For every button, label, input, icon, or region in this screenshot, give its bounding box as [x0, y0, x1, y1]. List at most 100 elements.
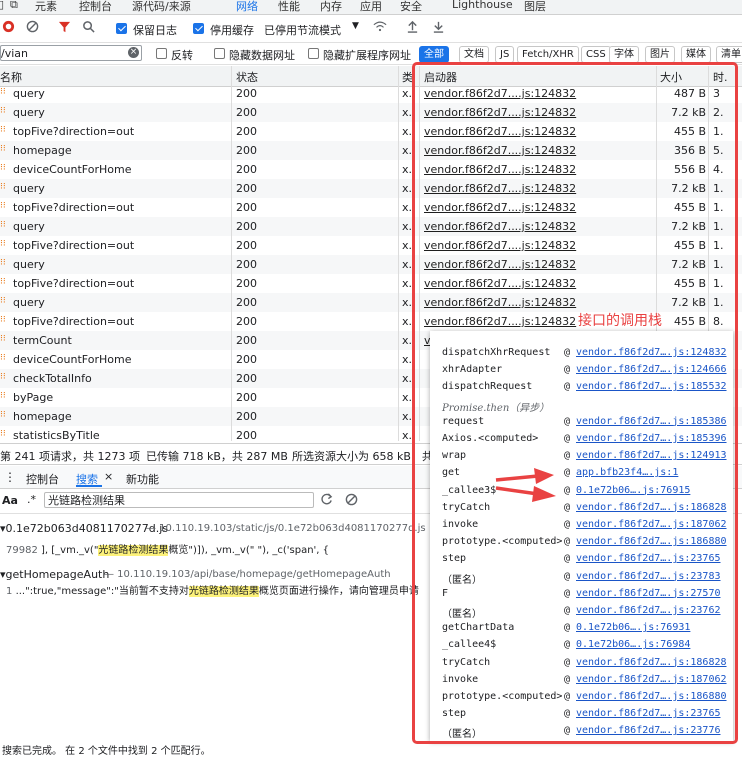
disable-cache-checkbox[interactable] — [193, 23, 204, 34]
invert-checkbox[interactable] — [156, 48, 167, 59]
row-name: termCount — [13, 334, 72, 347]
result-file-name[interactable]: ▾getHomepageAuth — [0, 568, 109, 581]
hide-data-urls-checkbox[interactable] — [214, 48, 225, 59]
active-tab-underline — [76, 485, 102, 487]
hide-ext-urls-label: 隐藏扩展程序网址 — [323, 49, 411, 62]
tab-lighthouse[interactable]: Lighthouse — [452, 0, 513, 11]
row-name: deviceCountForHome — [13, 353, 132, 366]
invert-label: 反转 — [171, 49, 193, 62]
row-status: 200 — [236, 391, 257, 404]
xhr-icon: ⁝⁝ — [0, 163, 6, 173]
xhr-icon: ⁝⁝ — [0, 182, 6, 192]
xhr-icon: ⁝⁝ — [0, 410, 6, 420]
xhr-icon: ⁝⁝ — [0, 334, 6, 344]
xhr-icon: ⁝⁝ — [0, 429, 6, 439]
filter-chip-doc[interactable]: 文档 — [459, 46, 489, 63]
result-match: 光链路检测结果 — [188, 586, 259, 597]
filter-chip-css[interactable]: CSS — [581, 46, 611, 63]
filter-chip-manifest[interactable]: 清单 — [716, 46, 742, 63]
result-line[interactable]: 79982 ], [_vm._v("光链路检测结果概览")]), _vm._v(… — [6, 541, 329, 556]
drawer-tab-whatsnew[interactable]: 新功能 — [126, 471, 159, 487]
row-name: query — [13, 87, 45, 100]
import-har-icon[interactable] — [404, 20, 420, 38]
row-status: 200 — [236, 296, 257, 309]
export-har-icon[interactable] — [430, 20, 446, 38]
row-name: query — [13, 220, 45, 233]
column-divider — [231, 66, 232, 441]
filter-input[interactable]: /vian × — [0, 45, 142, 61]
filter-chip-img[interactable]: 图片 — [645, 46, 675, 63]
clear-search-icon[interactable] — [343, 493, 359, 511]
row-status: 200 — [236, 87, 257, 100]
stop-record-icon[interactable] — [0, 20, 16, 38]
filter-chip-all[interactable]: 全部 — [419, 46, 449, 63]
result-text-pre: ], [_vm._v(" — [41, 545, 99, 556]
xhr-icon: ⁝⁝ — [0, 239, 6, 249]
result-text-pre: ...":true,"message":"当前暂不支持对 — [15, 586, 189, 597]
row-status: 200 — [236, 201, 257, 214]
preserve-log-checkbox[interactable] — [116, 23, 127, 34]
row-name: statisticsByTitle — [13, 429, 100, 441]
row-status: 200 — [236, 106, 257, 119]
match-case-toggle[interactable]: Aa — [2, 494, 18, 507]
tab-performance[interactable]: 性能 — [278, 0, 300, 14]
column-divider — [398, 66, 399, 441]
filter-chip-font[interactable]: 字体 — [609, 46, 639, 63]
filter-chip-js[interactable]: JS — [495, 46, 515, 63]
row-name: query — [13, 106, 45, 119]
row-status: 200 — [236, 144, 257, 157]
hide-ext-urls-checkbox[interactable] — [308, 48, 319, 59]
result-match: 光链路检测结果 — [98, 545, 169, 556]
xhr-icon: ⁝⁝ — [0, 144, 6, 154]
col-name[interactable]: 名称 — [0, 69, 22, 85]
tab-memory[interactable]: 内存 — [320, 0, 342, 14]
result-text-post: 概览页面进行操作，请向管理员申请 — [258, 586, 419, 597]
regex-toggle[interactable]: .* — [27, 493, 36, 506]
row-name: topFive?direction=out — [13, 201, 135, 214]
filter-icon[interactable] — [56, 20, 72, 38]
tab-console[interactable]: 控制台 — [79, 0, 112, 14]
tab-layers[interactable]: 图层 — [524, 0, 546, 14]
row-status: 200 — [236, 182, 257, 195]
dropdown-arrow-icon[interactable]: ▼ — [352, 21, 359, 31]
row-name: topFive?direction=out — [13, 239, 135, 252]
row-status: 200 — [236, 334, 257, 347]
tab-network[interactable]: 网络 — [236, 0, 258, 14]
xhr-icon: ⁝⁝ — [0, 220, 6, 230]
refresh-icon[interactable] — [318, 493, 334, 511]
tab-sources[interactable]: 源代码/来源 — [132, 0, 191, 14]
filter-chip-media[interactable]: 媒体 — [681, 46, 711, 63]
row-name: homepage — [13, 144, 72, 157]
row-status: 200 — [236, 125, 257, 138]
drawer-menu-icon[interactable]: ⋮ — [4, 470, 16, 484]
request-count: 第 241 项请求，共 1273 项 — [0, 450, 140, 463]
tab-application[interactable]: 应用 — [360, 0, 382, 14]
network-conditions-icon[interactable] — [372, 20, 388, 38]
result-line[interactable]: 1 ...":true,"message":"当前暂不支持对光链路检测结果概览页… — [6, 582, 419, 597]
clear-icon[interactable] — [24, 20, 40, 38]
clear-filter-icon[interactable]: × — [128, 47, 139, 58]
filter-chip-xhr[interactable]: Fetch/XHR — [517, 46, 579, 63]
xhr-icon: ⁝⁝ — [0, 277, 6, 287]
search-icon[interactable] — [80, 20, 96, 38]
tab-device-icon[interactable]: ⧉ — [10, 0, 18, 12]
tab-elements-icon[interactable]: ▯ — [0, 0, 4, 11]
drawer-tab-console[interactable]: 控制台 — [26, 471, 59, 487]
xhr-icon: ⁝⁝ — [0, 391, 6, 401]
row-status: 200 — [236, 372, 257, 385]
disable-cache-label: 停用缓存 — [210, 24, 254, 37]
col-status[interactable]: 状态 — [236, 69, 258, 85]
throttle-select[interactable]: 已停用节流模式 — [264, 22, 341, 38]
result-file-name[interactable]: ▾0.1e72b063d4081170277d.js — [0, 522, 168, 535]
tab-elements[interactable]: 元素 — [35, 0, 57, 14]
annotation-highlight-box — [412, 62, 738, 744]
network-toolbar: 保留日志 停用缓存 已停用节流模式 ▼ — [0, 15, 742, 43]
row-status: 200 — [236, 315, 257, 328]
result-line-number: 79982 — [6, 545, 38, 556]
search-query-input[interactable]: 光链路检测结果 — [44, 492, 314, 508]
devtools-tab-bar: ▯ ⧉ 元素 控制台 源代码/来源 网络 性能 内存 应用 安全 Lightho… — [0, 0, 742, 15]
row-name: query — [13, 258, 45, 271]
annotation-label: 接口的调用栈 — [578, 313, 662, 329]
tab-security[interactable]: 安全 — [400, 0, 422, 14]
close-search-tab-icon[interactable]: × — [104, 470, 113, 483]
